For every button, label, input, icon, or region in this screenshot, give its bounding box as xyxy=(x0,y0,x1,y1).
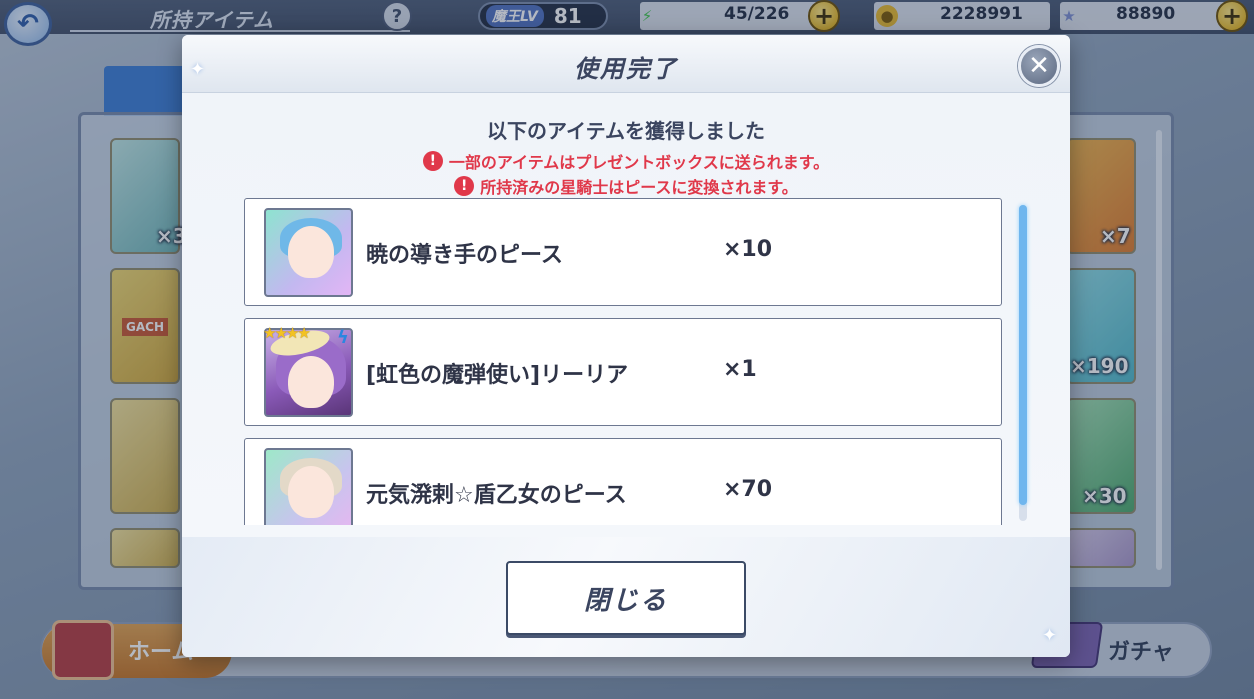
reward-name: 元気溌剌☆盾乙女のピース xyxy=(366,483,627,508)
warning-icon: ! xyxy=(454,176,475,196)
dialog-body: 以下のアイテムを獲得しました ! 一部のアイテムはプレゼントボックスに送られます… xyxy=(182,93,1070,537)
warning-icon: ! xyxy=(422,151,443,171)
dialog-headline: 以下のアイテムを獲得しました xyxy=(487,119,765,143)
notice-text: 一部のアイテムはプレゼントボックスに送られます。 xyxy=(448,153,830,172)
thumb-face xyxy=(288,226,334,278)
close-icon[interactable]: ✕ xyxy=(1018,45,1060,87)
notice-line: ! 所持済みの星騎士はピースに変換されます。 xyxy=(182,174,1070,198)
reward-name: 暁の導き手のピース xyxy=(366,243,563,268)
close-button[interactable]: 閉じる xyxy=(506,561,746,635)
dialog-header: ✦ 使用完了 ✕ xyxy=(182,35,1070,93)
reward-quantity: ×1 xyxy=(723,357,757,382)
notice-text: 所持済みの星騎士はピースに変換されます。 xyxy=(480,178,798,197)
piece-thumbnail xyxy=(264,448,353,525)
reward-quantity: ×70 xyxy=(723,477,773,502)
rarity-stars-icon: ★★★★ xyxy=(263,324,311,342)
thumb-face xyxy=(288,466,334,518)
reward-row: 元気溌剌☆盾乙女のピース ×70 xyxy=(244,438,1002,525)
use-complete-dialog: ✦ 使用完了 ✕ 以下のアイテムを獲得しました ! 一部のアイテムはプレゼントボ… xyxy=(182,35,1070,657)
thumb-face xyxy=(288,356,334,408)
reward-list-scroll-thumb[interactable] xyxy=(1019,205,1027,505)
reward-row: 暁の導き手のピース ×10 xyxy=(244,198,1002,306)
reward-list[interactable]: 暁の導き手のピース ×10 ★★★★ ϟ [虹色の魔弾使い]リーリア ×1 元気… xyxy=(244,198,1004,525)
reward-quantity: ×10 xyxy=(723,237,773,262)
sparkle-icon: ✦ xyxy=(1042,625,1058,646)
reward-row: ★★★★ ϟ [虹色の魔弾使い]リーリア ×1 xyxy=(244,318,1002,426)
piece-thumbnail xyxy=(264,208,353,297)
notice-line: ! 一部のアイテムはプレゼントボックスに送られます。 xyxy=(182,149,1070,173)
attribute-bolt-icon: ϟ xyxy=(337,327,349,348)
dialog-footer: 閉じる ✦ xyxy=(182,537,1070,657)
dialog-title: 使用完了 xyxy=(574,55,678,83)
reward-name: [虹色の魔弾使い]リーリア xyxy=(366,363,629,388)
